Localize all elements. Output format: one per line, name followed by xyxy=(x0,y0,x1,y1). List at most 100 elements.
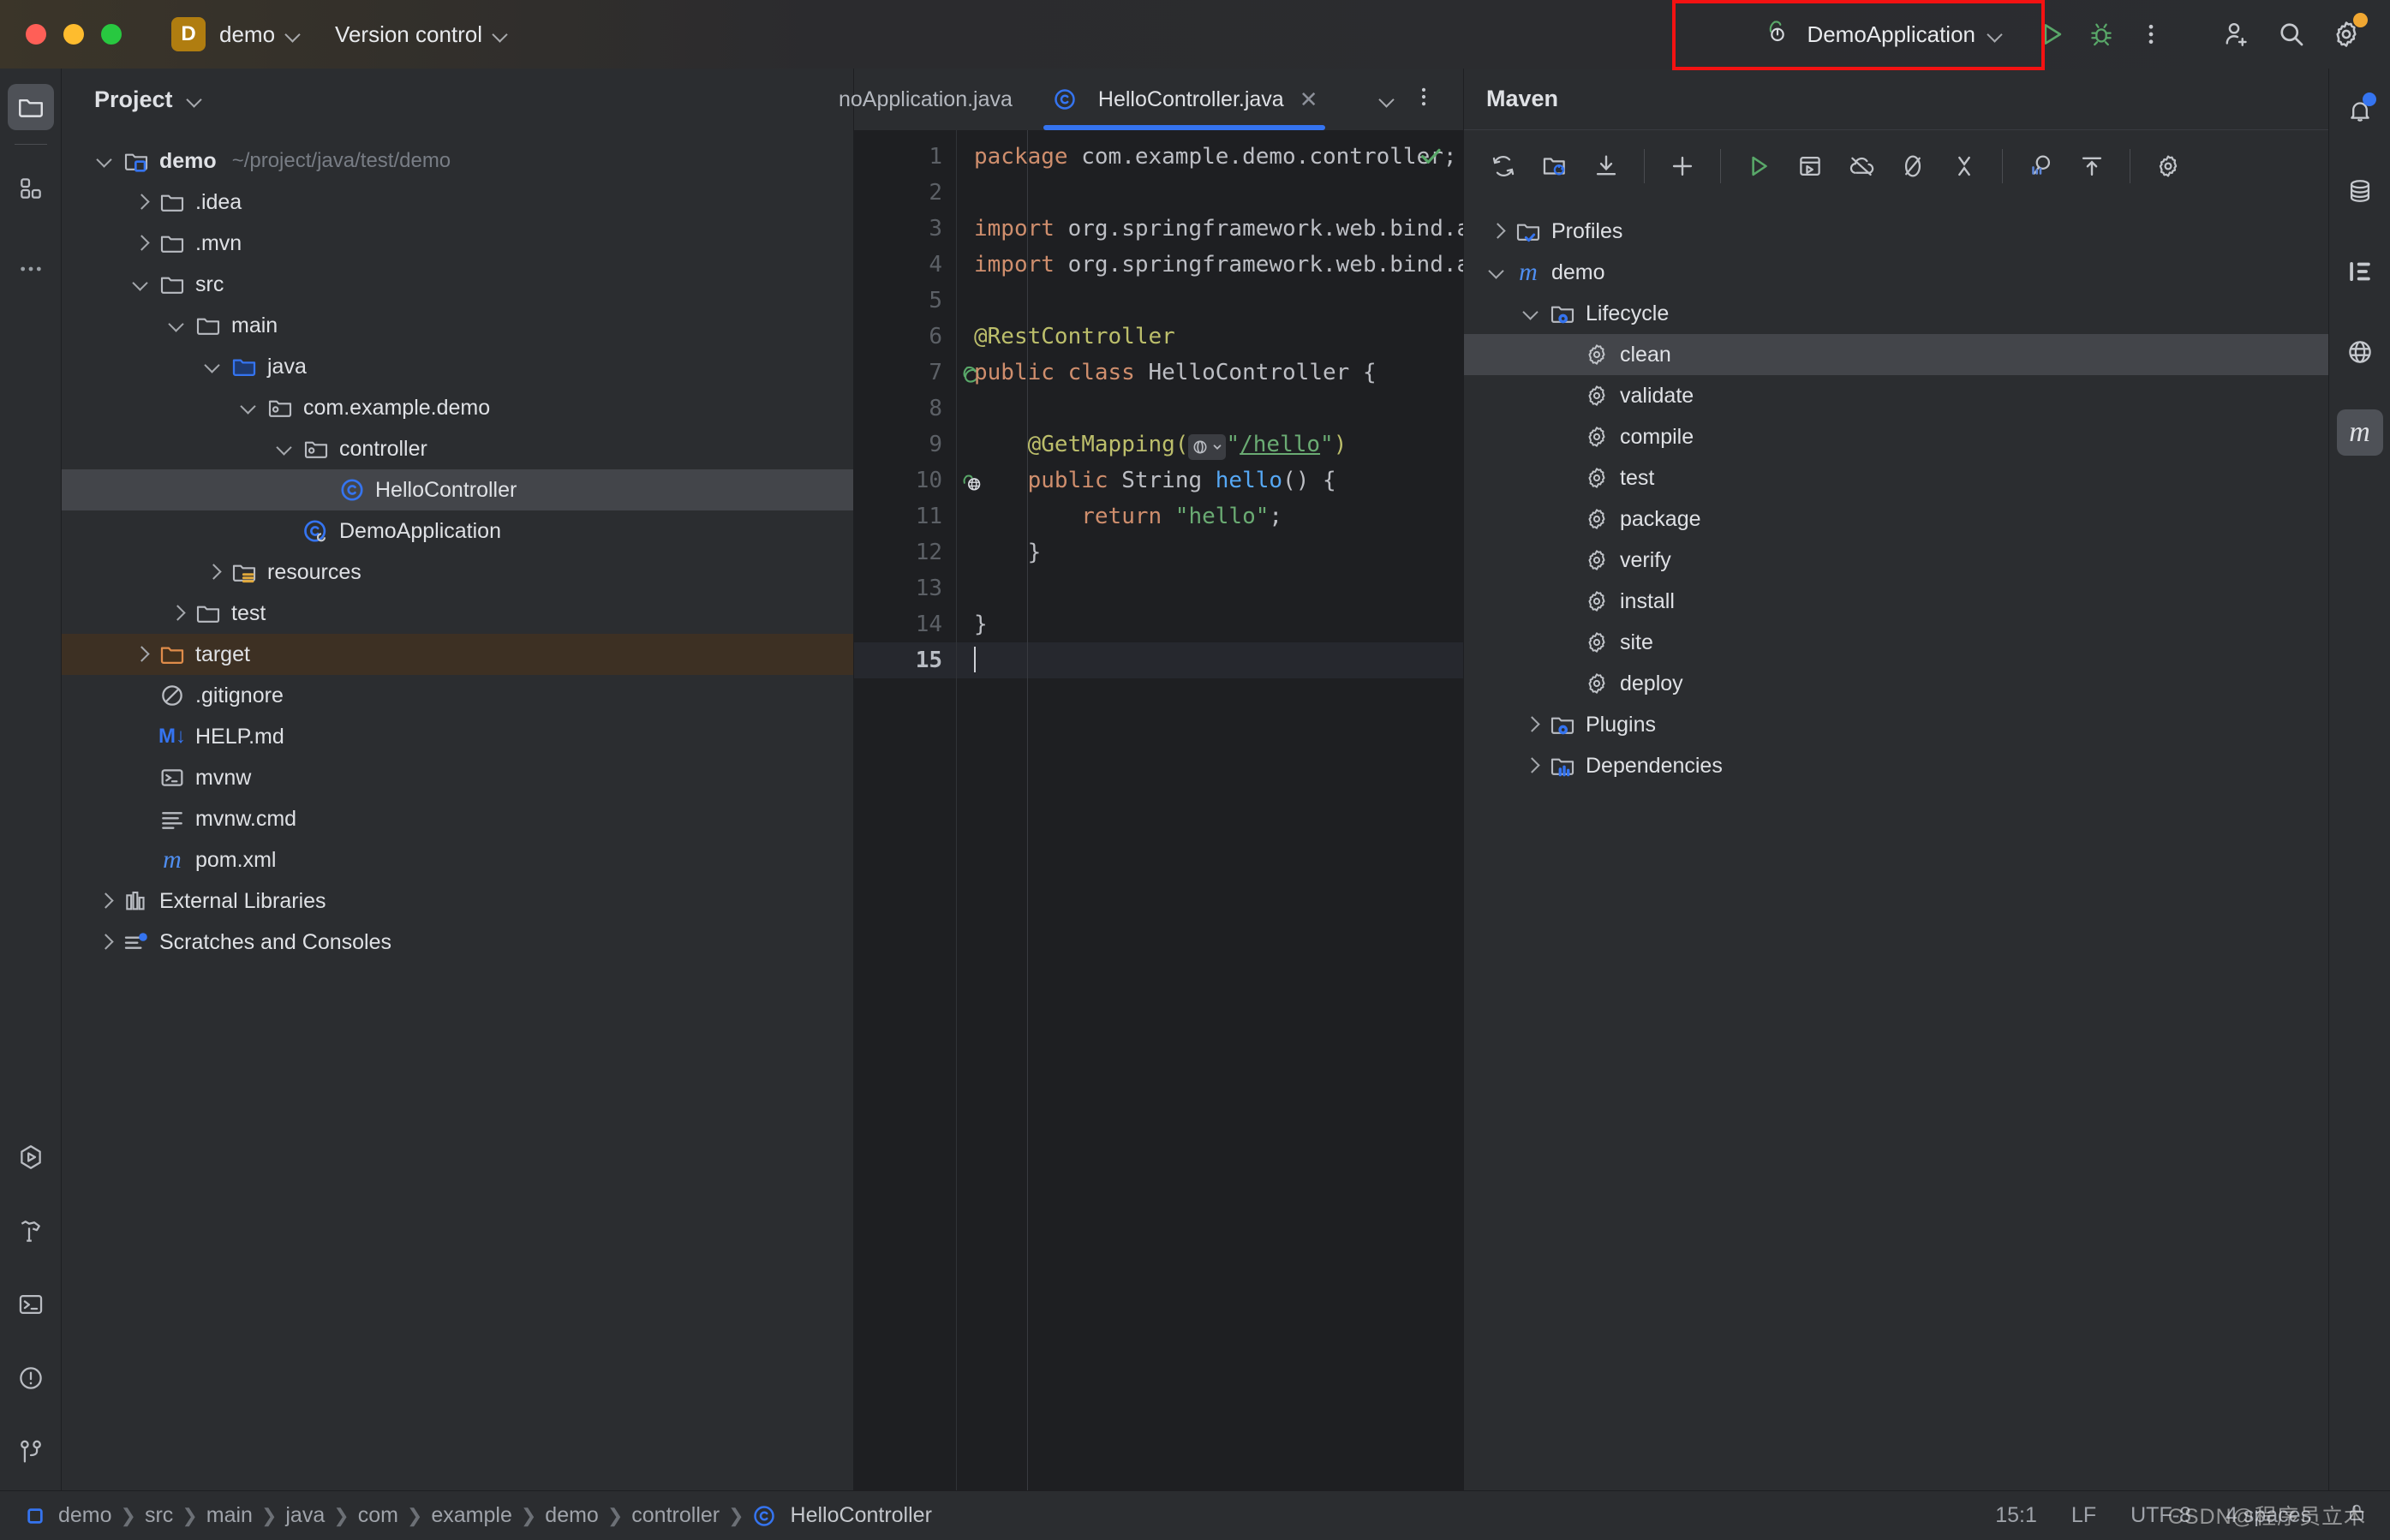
project-tree-item--idea[interactable]: .idea xyxy=(62,182,853,223)
version-control-menu[interactable]: Version control xyxy=(335,21,508,48)
maven-tree-item-package[interactable]: package xyxy=(1464,498,2328,540)
code-line[interactable] xyxy=(974,391,1463,427)
chevron-down-icon[interactable] xyxy=(130,273,152,295)
breadcrumb-item[interactable]: java xyxy=(277,1503,333,1528)
chevron-right-icon[interactable] xyxy=(130,232,152,254)
chevron-down-icon[interactable] xyxy=(187,92,202,107)
code-content[interactable]: package com.example.demo.controller; impo… xyxy=(957,130,1463,1490)
line-number[interactable]: 4 xyxy=(854,247,956,283)
project-tree-item-hellocontroller[interactable]: HelloController xyxy=(62,469,853,510)
code-line[interactable]: return "hello"; xyxy=(974,130,1463,1490)
chevron-right-icon[interactable] xyxy=(130,191,152,213)
code-line[interactable]: import org.springframework.web.bind.anno… xyxy=(974,247,1463,283)
maven-tree-item-plugins[interactable]: Plugins xyxy=(1464,704,2328,745)
web-button[interactable] xyxy=(2337,329,2383,375)
more-vertical-icon[interactable] xyxy=(1403,85,1444,115)
maven-project-tree[interactable]: Profiles m demo Lifecycle clean validate compi… xyxy=(1464,202,2328,1490)
folder-refresh-icon[interactable] xyxy=(1531,142,1579,190)
project-tree-item--gitignore[interactable]: .gitignore xyxy=(62,675,853,716)
search-button[interactable] xyxy=(2267,9,2316,59)
maven-tree-item-lifecycle[interactable]: Lifecycle xyxy=(1464,293,2328,334)
plus-icon[interactable] xyxy=(1658,142,1706,190)
settings-button[interactable] xyxy=(2321,9,2371,59)
breadcrumb[interactable]: demo ❯ src ❯ main ❯ java ❯ com ❯ example ❯ demo ❯ cont… xyxy=(0,1501,941,1531)
breadcrumb-item[interactable]: com xyxy=(350,1503,407,1528)
chevron-down-icon[interactable] xyxy=(238,397,260,419)
project-tree-item-com-example-demo[interactable]: com.example.demo xyxy=(62,387,853,428)
dependency-icon[interactable] xyxy=(2017,142,2064,190)
project-tree-item-pom-xml[interactable]: m pom.xml xyxy=(62,839,853,880)
chevron-down-icon[interactable] xyxy=(94,150,117,172)
code-line[interactable]: } xyxy=(974,534,1463,570)
maven-tree-item-clean[interactable]: clean xyxy=(1464,334,2328,375)
chevron-right-icon[interactable] xyxy=(1486,220,1509,242)
line-number[interactable]: 2 xyxy=(854,175,956,211)
skip-tests-icon[interactable] xyxy=(1889,142,1937,190)
project-tree-item-target[interactable]: target xyxy=(62,634,853,675)
line-number[interactable]: 15 xyxy=(854,642,956,678)
line-number[interactable]: 11 xyxy=(854,498,956,534)
code-line[interactable]: @RestController xyxy=(974,319,1463,355)
project-tree-item-src[interactable]: src xyxy=(62,264,853,305)
line-number[interactable]: 7 xyxy=(854,355,979,391)
lock-icon[interactable] xyxy=(2345,1501,2368,1530)
chevron-down-icon[interactable] xyxy=(1486,261,1509,284)
breadcrumb-item[interactable]: example xyxy=(422,1503,521,1528)
breadcrumb-item[interactable]: demo xyxy=(50,1503,121,1528)
web-endpoint-gutter-icon[interactable] xyxy=(1188,434,1227,460)
sidebar-item-run[interactable] xyxy=(8,1134,54,1180)
code-line[interactable] xyxy=(957,642,1463,678)
sidebar-item-version-control[interactable] xyxy=(8,1429,54,1475)
project-file-tree[interactable]: demo ~/project/java/test/demo .idea .mvn src… xyxy=(62,130,853,1490)
line-number[interactable]: 6 xyxy=(854,319,956,355)
maven-tree-item-deploy[interactable]: deploy xyxy=(1464,663,2328,704)
debug-button[interactable] xyxy=(2076,9,2126,59)
sidebar-item-terminal[interactable] xyxy=(8,1281,54,1328)
project-tree-item--mvn[interactable]: .mvn xyxy=(62,223,853,264)
code-line[interactable]: import org.springframework.web.bind.anno… xyxy=(974,211,1463,247)
maven-tree-item-verify[interactable]: verify xyxy=(1464,540,2328,581)
add-user-button[interactable] xyxy=(2212,9,2262,59)
chevron-down-icon[interactable] xyxy=(274,438,296,460)
editor-tab-demoapplication[interactable]: noApplication.java xyxy=(839,69,1031,130)
structure-button[interactable] xyxy=(2337,248,2383,295)
run-icon[interactable] xyxy=(1735,142,1783,190)
chevron-down-icon[interactable] xyxy=(1521,302,1543,325)
sidebar-item-problems[interactable] xyxy=(8,1355,54,1401)
maven-tree-item-compile[interactable]: compile xyxy=(1464,416,2328,457)
project-tree-item-java[interactable]: java xyxy=(62,346,853,387)
maven-button[interactable]: m xyxy=(2336,409,2383,456)
file-encoding[interactable]: UTF-8 xyxy=(2130,1503,2191,1528)
line-number-gutter[interactable]: 1 2 3 4 5 6 7 8 9 10 11 12 13 14 15 xyxy=(854,130,981,1490)
chevron-right-icon[interactable] xyxy=(94,931,117,953)
project-tree-item-test[interactable]: test xyxy=(62,593,853,634)
database-button[interactable] xyxy=(2337,168,2383,214)
chevron-right-icon[interactable] xyxy=(94,890,117,912)
project-tree-item-controller[interactable]: controller xyxy=(62,428,853,469)
maven-tree-item-install[interactable]: install xyxy=(1464,581,2328,622)
maximize-window-button[interactable] xyxy=(101,24,122,45)
indent-setting[interactable]: 4 spaces xyxy=(2226,1503,2311,1528)
chevron-down-icon[interactable] xyxy=(166,314,188,337)
chevron-down-icon[interactable] xyxy=(1379,92,1395,107)
maven-tree-item-validate[interactable]: validate xyxy=(1464,375,2328,416)
sidebar-item-more-tools[interactable] xyxy=(8,246,54,292)
breadcrumb-item[interactable]: HelloController xyxy=(782,1503,941,1528)
chevron-right-icon[interactable] xyxy=(1521,713,1543,736)
line-number[interactable]: 3 xyxy=(854,211,956,247)
code-line[interactable]: } xyxy=(974,606,1463,642)
gear-icon[interactable] xyxy=(2144,142,2192,190)
offline-icon[interactable] xyxy=(1837,142,1885,190)
project-tree-item-scratches-and-consoles[interactable]: Scratches and Consoles xyxy=(62,922,853,963)
sidebar-item-build[interactable] xyxy=(8,1208,54,1254)
code-line[interactable]: public String hello() { xyxy=(974,463,1463,498)
project-tree-item-external-libraries[interactable]: External Libraries xyxy=(62,880,853,922)
line-number[interactable]: 8 xyxy=(854,391,956,427)
code-line[interactable]: package com.example.demo.controller; xyxy=(974,139,1463,175)
line-number[interactable]: 1 xyxy=(854,139,956,175)
project-name-menu[interactable]: demo xyxy=(219,21,301,48)
project-tree-item-mvnw[interactable]: mvnw xyxy=(62,757,853,798)
project-tree-item-main[interactable]: main xyxy=(62,305,853,346)
code-line[interactable]: @GetMapping("/hello") xyxy=(974,427,1463,463)
line-number[interactable]: 9 xyxy=(854,427,956,463)
